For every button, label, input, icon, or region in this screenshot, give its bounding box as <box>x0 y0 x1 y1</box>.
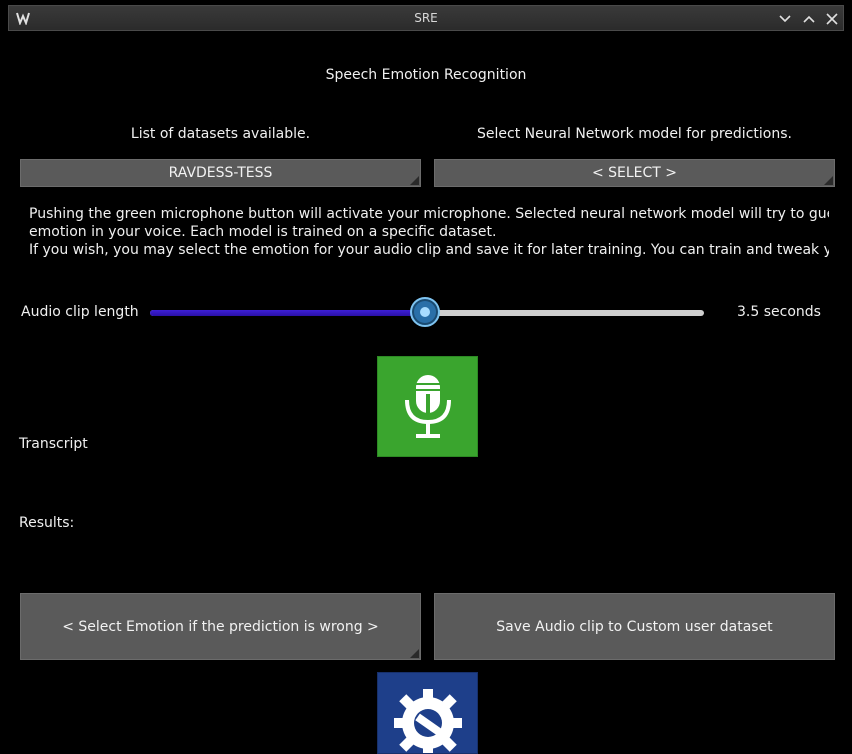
chevron-down-icon <box>779 15 791 23</box>
model-label: Select Neural Network model for predicti… <box>477 126 792 142</box>
settings-button[interactable] <box>377 672 478 754</box>
settings-gear-wrench-icon <box>393 689 462 753</box>
slider-fill <box>150 310 425 316</box>
select-emotion-label: < Select Emotion if the prediction is wr… <box>62 618 379 635</box>
close-button[interactable] <box>822 9 842 29</box>
dataset-dropdown[interactable]: RAVDESS-TESS <box>20 159 421 187</box>
save-audio-clip-label: Save Audio clip to Custom user dataset <box>496 618 773 635</box>
chevron-up-icon <box>803 15 815 23</box>
instructions-text: Pushing the green microphone button will… <box>29 205 829 261</box>
datasets-label: List of datasets available. <box>130 126 311 142</box>
clip-length-value: 3.5 seconds <box>737 304 821 320</box>
dataset-dropdown-value: RAVDESS-TESS <box>168 165 273 181</box>
minimize-button[interactable] <box>775 9 795 29</box>
transcript-label: Transcript <box>19 436 88 452</box>
dropdown-corner-icon <box>410 649 419 658</box>
select-emotion-dropdown[interactable]: < Select Emotion if the prediction is wr… <box>20 593 421 660</box>
close-icon <box>826 13 838 25</box>
instructions-line: Pushing the green microphone button will… <box>29 206 829 222</box>
dropdown-corner-icon <box>824 176 833 185</box>
title-bar[interactable]: SRE <box>8 5 844 31</box>
clip-length-label: Audio clip length <box>21 304 139 320</box>
window-title: SRE <box>414 11 438 25</box>
record-microphone-button[interactable] <box>377 356 478 457</box>
model-dropdown-value: < SELECT > <box>591 165 678 181</box>
model-dropdown[interactable]: < SELECT > <box>434 159 835 187</box>
page-heading: Speech Emotion Recognition <box>325 67 527 83</box>
slider-handle[interactable] <box>410 297 440 327</box>
maximize-button[interactable] <box>799 9 819 29</box>
microphone-icon <box>404 374 451 438</box>
results-label: Results: <box>19 515 75 531</box>
app-window: SRE Speech Emotion Recognition List of d… <box>0 0 852 754</box>
instructions-line: If you wish, you may select the emotion … <box>29 242 829 258</box>
dropdown-corner-icon <box>410 176 419 185</box>
instructions-line: emotion in your voice. Each model is tra… <box>29 224 497 240</box>
save-audio-clip-button[interactable]: Save Audio clip to Custom user dataset <box>434 593 835 660</box>
